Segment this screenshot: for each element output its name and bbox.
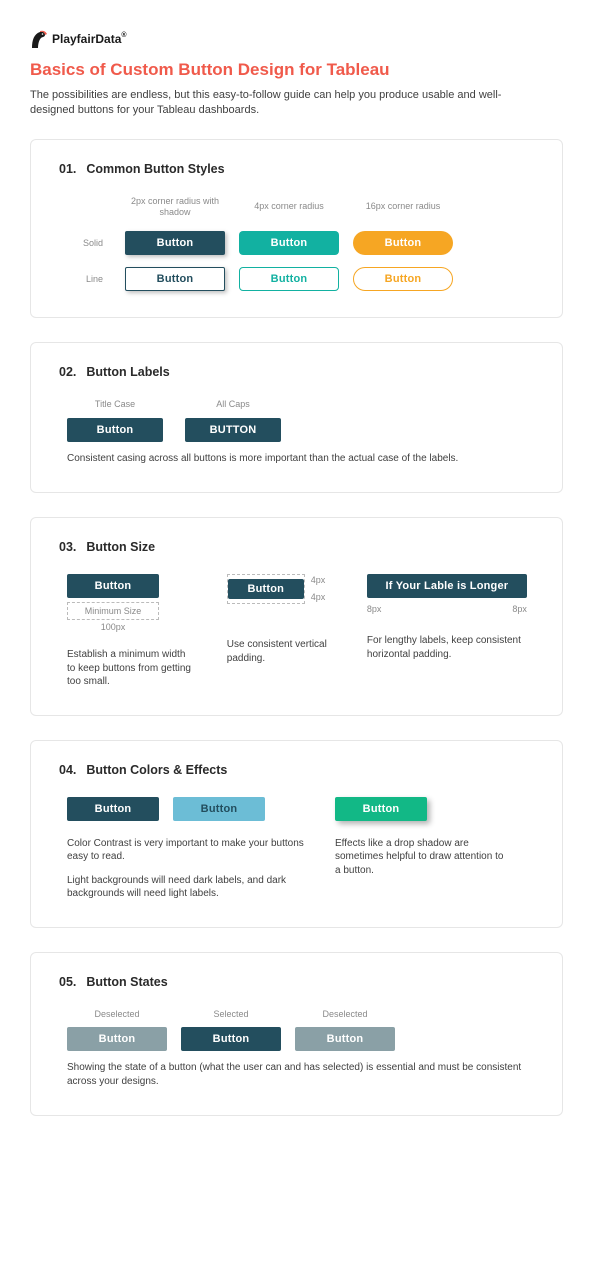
button-longlabel[interactable]: If Your Lable is Longer bbox=[367, 574, 527, 598]
section-title: 03.Button Size bbox=[59, 540, 534, 554]
note-contrast-2: Light backgrounds will need dark labels,… bbox=[67, 874, 307, 901]
section-title: 04.Button Colors & Effects bbox=[59, 763, 534, 777]
desc-hpadding: For lengthy labels, keep consistent hori… bbox=[367, 634, 534, 661]
label-titlecase: Title Case bbox=[95, 399, 135, 410]
logo: PlayfairData® bbox=[30, 28, 563, 50]
button-solid-orange[interactable]: Button bbox=[353, 231, 453, 255]
col-label-4px: 4px corner radius bbox=[239, 201, 339, 212]
section-title: 05.Button States bbox=[59, 975, 534, 989]
note-casing: Consistent casing across all buttons is … bbox=[67, 452, 534, 466]
intro-text: The possibilities are endless, but this … bbox=[30, 88, 510, 119]
page-title: Basics of Custom Button Design for Table… bbox=[30, 60, 563, 80]
note-dropshadow: Effects like a drop shadow are sometimes… bbox=[335, 837, 505, 878]
button-dropshadow[interactable]: Button bbox=[335, 797, 427, 821]
note-states: Showing the state of a button (what the … bbox=[67, 1061, 534, 1089]
min-size-label: Minimum Size bbox=[67, 602, 159, 620]
button-line-navy[interactable]: Button bbox=[125, 267, 225, 291]
section-colors-effects: 04.Button Colors & Effects Button Button… bbox=[30, 740, 563, 928]
logo-text: PlayfairData® bbox=[52, 32, 127, 46]
px8-right: 8px bbox=[512, 604, 527, 614]
col-label-2px: 2px corner radius with shadow bbox=[125, 196, 225, 218]
desc-minwidth: Establish a minimum width to keep button… bbox=[67, 648, 195, 689]
button-contrast-light[interactable]: Button bbox=[173, 797, 265, 821]
row-label-solid: Solid bbox=[71, 238, 111, 248]
state-label-deselected-1: Deselected bbox=[67, 1009, 167, 1020]
section-title: 02.Button Labels bbox=[59, 365, 534, 379]
section-title: 01.Common Button Styles bbox=[59, 162, 534, 176]
button-titlecase[interactable]: Button bbox=[67, 418, 163, 442]
px8-left: 8px bbox=[367, 604, 382, 614]
button-line-orange[interactable]: Button bbox=[353, 267, 453, 291]
button-contrast-dark[interactable]: Button bbox=[67, 797, 159, 821]
section-button-labels: 02.Button Labels Title Case Button All C… bbox=[30, 342, 563, 493]
button-deselected-1[interactable]: Button bbox=[67, 1027, 167, 1051]
px100-label: 100px bbox=[67, 622, 159, 632]
section-button-size: 03.Button Size Button Minimum Size 100px… bbox=[30, 517, 563, 716]
button-deselected-2[interactable]: Button bbox=[295, 1027, 395, 1051]
button-solid-navy[interactable]: Button bbox=[125, 231, 225, 255]
label-allcaps: All Caps bbox=[216, 399, 250, 410]
button-line-teal[interactable]: Button bbox=[239, 267, 339, 291]
desc-vpadding: Use consistent vertical padding. bbox=[227, 638, 335, 665]
px4-top: 4px bbox=[311, 576, 326, 585]
row-label-line: Line bbox=[71, 274, 111, 284]
button-minwidth[interactable]: Button bbox=[67, 574, 159, 598]
px4-bottom: 4px bbox=[311, 593, 326, 602]
section-button-states: 05.Button States Deselected Selected Des… bbox=[30, 952, 563, 1117]
button-solid-teal[interactable]: Button bbox=[239, 231, 339, 255]
col-label-16px: 16px corner radius bbox=[353, 201, 453, 212]
button-allcaps[interactable]: BUTTON bbox=[185, 418, 281, 442]
state-label-deselected-2: Deselected bbox=[295, 1009, 395, 1020]
button-selected[interactable]: Button bbox=[181, 1027, 281, 1051]
section-common-styles: 01.Common Button Styles 2px corner radiu… bbox=[30, 139, 563, 319]
note-contrast-1: Color Contrast is very important to make… bbox=[67, 837, 307, 864]
state-label-selected: Selected bbox=[181, 1009, 281, 1020]
button-vpadding[interactable]: Button bbox=[228, 579, 304, 599]
bird-icon bbox=[30, 28, 48, 50]
